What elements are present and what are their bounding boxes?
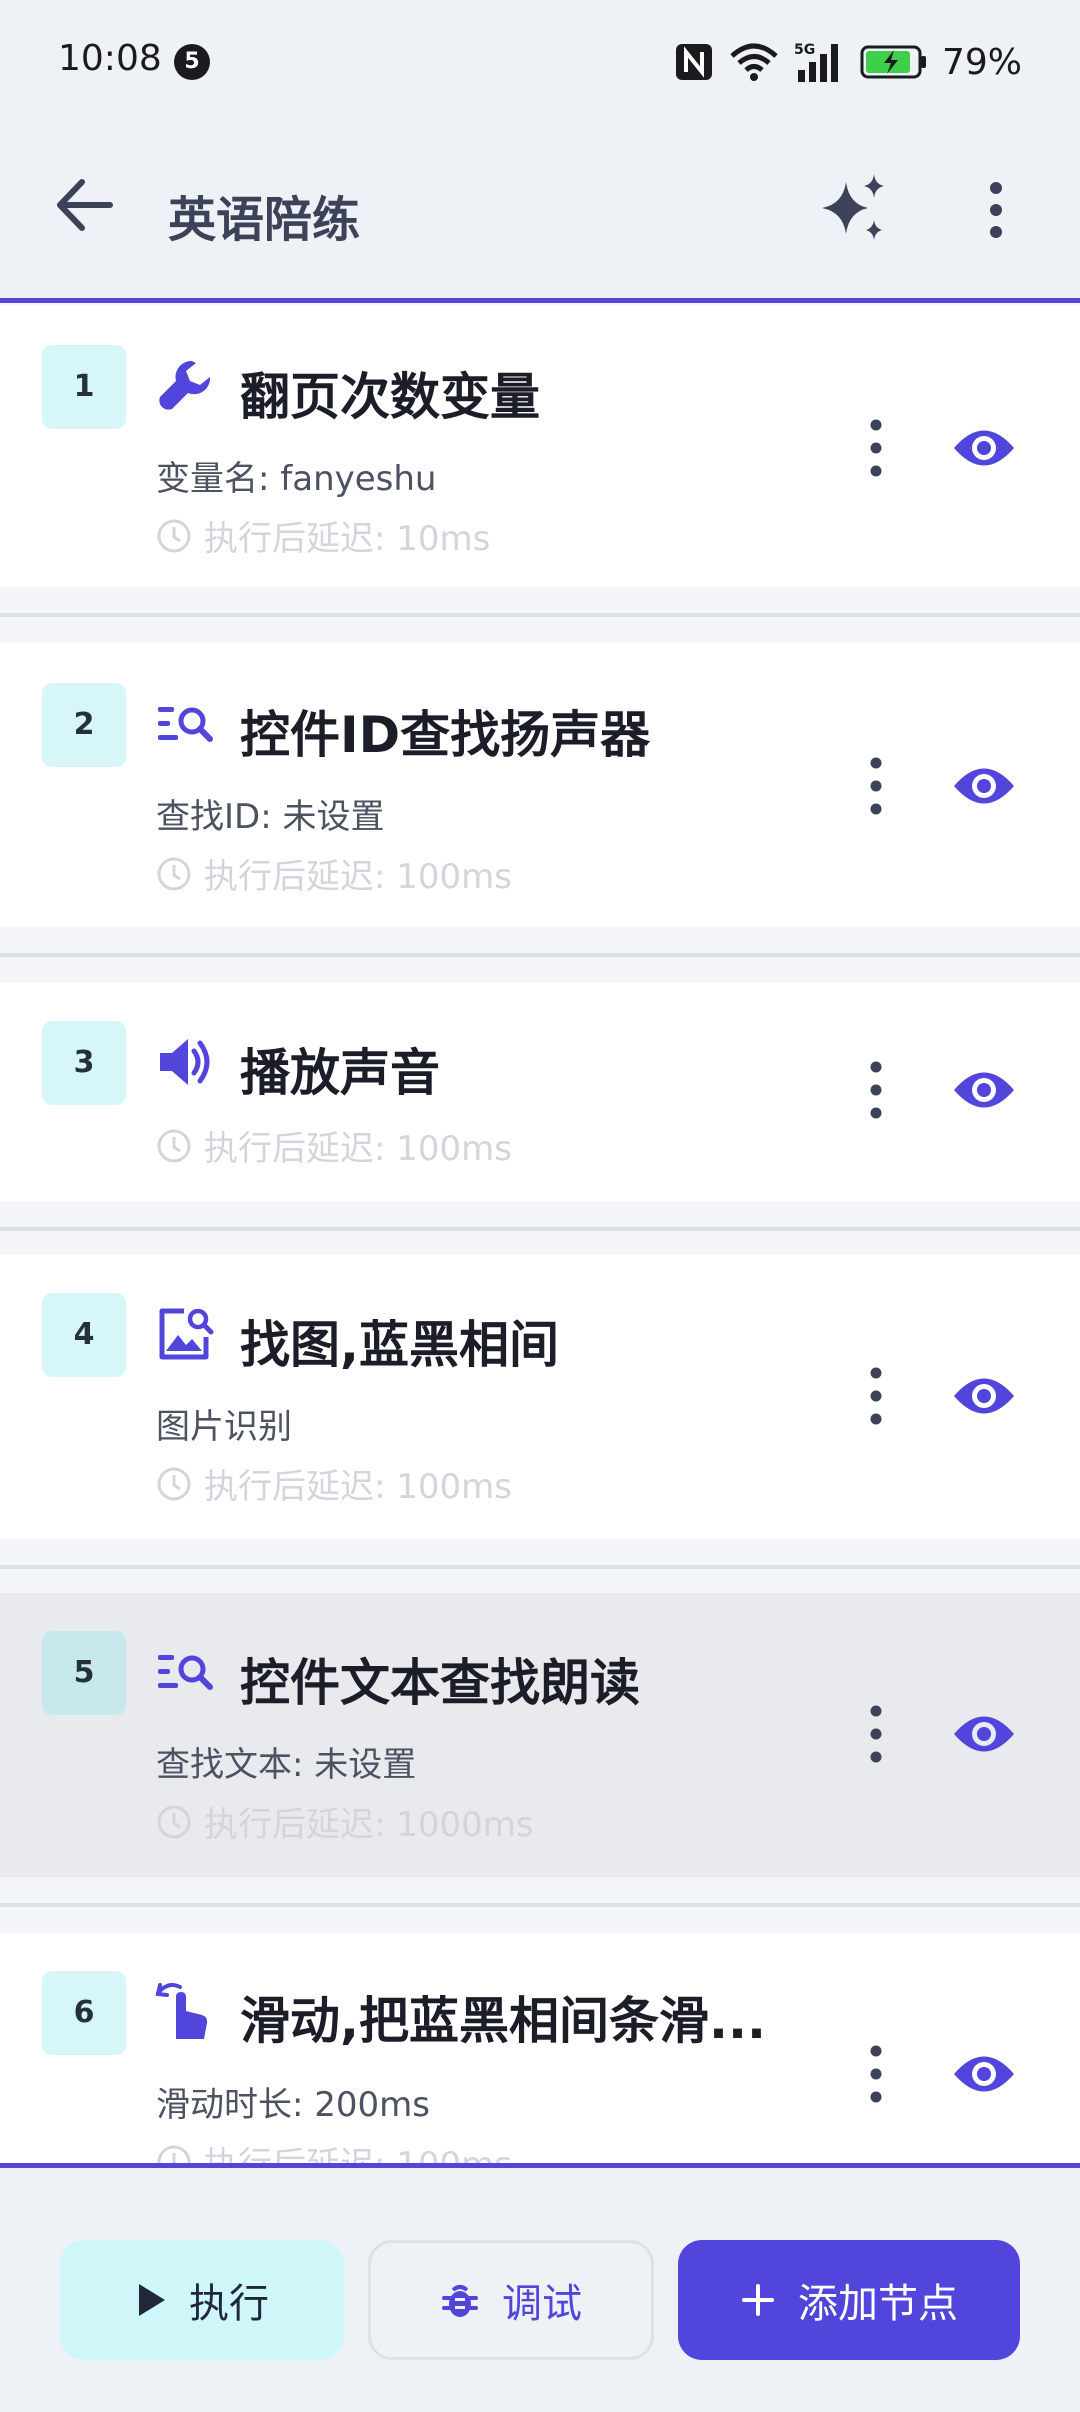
node-delay-text: 执行后延迟: 100ms	[204, 1129, 512, 1169]
eye-icon[interactable]	[952, 1709, 1016, 1759]
node-card[interactable]: 6 滑动,把蓝黑相间条滑... 滑动时长: 200ms 执行后延迟: 100ms	[0, 1933, 1080, 2168]
node-delay: 执行后延迟: 100ms	[156, 1121, 512, 1170]
debug-button-label: 调试	[502, 2281, 582, 2327]
node-title: 滑动,把蓝黑相间条滑...	[240, 1992, 766, 2050]
node-list[interactable]: 1 翻页次数变量 变量名: fanyeshu 执行后延迟: 10ms 2 控件I…	[0, 298, 1080, 2168]
clock-icon	[157, 1467, 191, 1500]
cell-signal-icon: 5G	[794, 42, 838, 82]
status-time: 10:08	[58, 38, 162, 79]
eye-icon[interactable]	[952, 761, 1016, 811]
node-index: 5	[42, 1631, 126, 1715]
node-delay: 执行后延迟: 100ms	[156, 2137, 512, 2168]
node-title: 找图,蓝黑相间	[240, 1316, 559, 1374]
node-delay-text: 执行后延迟: 100ms	[204, 857, 512, 897]
node-card[interactable]: 3 播放声音 执行后延迟: 100ms	[0, 983, 1080, 1201]
run-button-label: 执行	[189, 2281, 269, 2327]
divider	[0, 1903, 1080, 1907]
find-list-icon	[158, 707, 213, 742]
nfc-icon	[675, 44, 712, 80]
run-button[interactable]: 执行	[60, 2240, 344, 2360]
node-card[interactable]: 4 找图,蓝黑相间 图片识别 执行后延迟: 100ms	[0, 1255, 1080, 1539]
clock-icon	[157, 519, 191, 552]
eye-icon[interactable]	[952, 2049, 1016, 2099]
svg-text:5G: 5G	[794, 42, 815, 58]
node-card[interactable]: 2 控件ID查找扬声器 查找ID: 未设置 执行后延迟: 100ms	[0, 643, 1080, 927]
image-search-icon	[159, 1308, 214, 1360]
node-delay: 执行后延迟: 10ms	[156, 511, 490, 560]
clock-icon	[157, 1805, 191, 1838]
clock-icon	[157, 1129, 191, 1162]
node-index: 3	[42, 1021, 126, 1105]
divider	[0, 613, 1080, 617]
add-node-button[interactable]: 添加节点	[678, 2240, 1020, 2360]
node-delay: 执行后延迟: 1000ms	[156, 1797, 534, 1846]
status-bar: 10:08 5 5G 79%	[0, 0, 1080, 120]
add-node-button-label: 添加节点	[798, 2281, 958, 2327]
node-index: 2	[42, 683, 126, 767]
clock-icon	[157, 2145, 191, 2163]
node-delay: 执行后延迟: 100ms	[156, 849, 512, 898]
node-title: 控件ID查找扬声器	[240, 706, 651, 764]
node-subtitle: 图片识别	[156, 1407, 292, 1447]
eye-icon[interactable]	[952, 1371, 1016, 1421]
battery-charging-icon	[860, 45, 926, 79]
more-vertical-icon[interactable]	[970, 170, 1022, 250]
clock-icon	[157, 857, 191, 890]
node-more-icon[interactable]	[856, 1055, 896, 1125]
node-delay-text: 执行后延迟: 10ms	[204, 519, 491, 559]
node-delay-text: 执行后延迟: 1000ms	[204, 1805, 534, 1845]
plus-icon	[742, 2284, 774, 2316]
node-subtitle: 变量名: fanyeshu	[156, 459, 437, 499]
wrench-icon	[159, 360, 211, 410]
node-more-icon[interactable]	[856, 1361, 896, 1431]
bug-icon	[442, 2285, 478, 2317]
node-subtitle: 查找文本: 未设置	[156, 1745, 417, 1785]
node-index: 1	[42, 345, 126, 429]
node-delay-text: 执行后延迟: 100ms	[204, 1467, 512, 1507]
node-delay: 执行后延迟: 100ms	[156, 1459, 512, 1508]
back-arrow-icon[interactable]	[50, 170, 120, 240]
speaker-icon	[160, 1039, 210, 1085]
node-delay-text: 执行后延迟: 100ms	[204, 2145, 512, 2168]
eye-icon[interactable]	[952, 1065, 1016, 1115]
node-card-selected[interactable]: 5 控件文本查找朗读 查找文本: 未设置 执行后延迟: 1000ms	[0, 1593, 1080, 1877]
battery-percent: 79%	[941, 41, 1022, 83]
bottom-action-bar: 执行 调试 添加节点	[0, 2168, 1080, 2412]
node-more-icon[interactable]	[856, 1699, 896, 1769]
divider	[0, 1227, 1080, 1231]
swipe-hand-icon	[155, 1983, 208, 2039]
app-bar: 英语陪练	[0, 120, 1080, 300]
node-title: 翻页次数变量	[240, 368, 540, 426]
node-subtitle: 查找ID: 未设置	[156, 797, 385, 837]
page-title: 英语陪练	[168, 192, 361, 248]
node-more-icon[interactable]	[856, 413, 896, 483]
find-list-icon	[158, 1655, 213, 1690]
sparkle-icon[interactable]	[814, 168, 894, 248]
status-icons: 5G 79%	[674, 36, 1022, 88]
node-subtitle: 滑动时长: 200ms	[156, 2085, 430, 2125]
play-icon	[139, 2284, 165, 2316]
node-more-icon[interactable]	[856, 751, 896, 821]
node-index: 6	[42, 1971, 126, 2055]
node-title: 控件文本查找朗读	[240, 1654, 640, 1712]
divider	[0, 953, 1080, 957]
node-card[interactable]: 1 翻页次数变量 变量名: fanyeshu 执行后延迟: 10ms	[0, 305, 1080, 587]
node-index: 4	[42, 1293, 126, 1377]
node-more-icon[interactable]	[856, 2039, 896, 2109]
eye-icon[interactable]	[952, 423, 1016, 473]
node-title: 播放声音	[240, 1044, 440, 1102]
wifi-icon	[730, 43, 778, 81]
debug-button[interactable]: 调试	[368, 2240, 654, 2360]
divider	[0, 1565, 1080, 1569]
notification-count-badge: 5	[174, 44, 210, 80]
